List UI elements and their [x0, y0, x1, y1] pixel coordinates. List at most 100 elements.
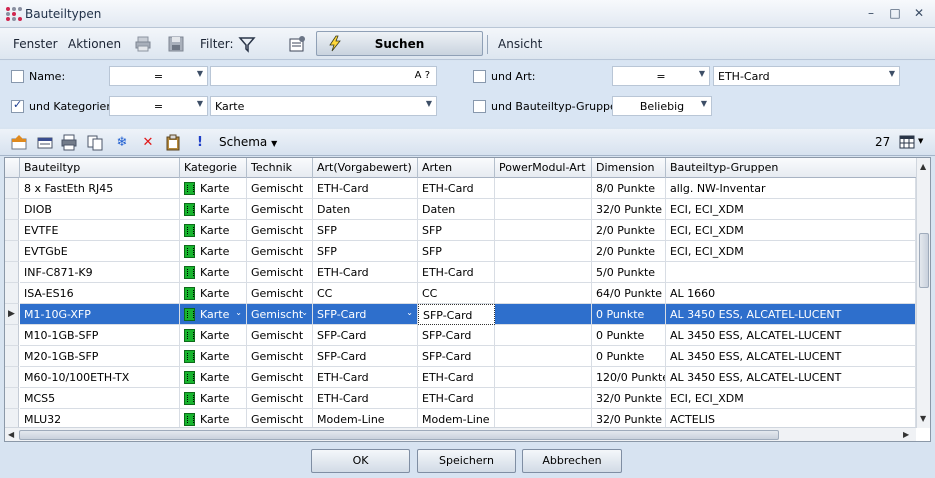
scroll-down-icon[interactable]: ▼ — [920, 414, 926, 423]
cell-bauteiltyp-gruppen[interactable]: ECI, ECI_XDM — [666, 199, 916, 220]
cell-technik[interactable]: Gemischt — [247, 262, 313, 283]
table-row[interactable]: EVTFE Karte Gemischt SFP SFP 2/0 Punkte ECI, E… — [5, 220, 916, 241]
cell-kategorie[interactable]: Karte — [180, 283, 247, 304]
table-row[interactable]: EVTGbE Karte Gemischt SFP SFP 2/0 Punkte ECI, … — [5, 241, 916, 262]
cell-bauteiltyp[interactable]: INF-C871-K9 — [20, 262, 180, 283]
minimize-button[interactable]: – — [862, 5, 880, 21]
cell-arten[interactable]: SFP — [418, 241, 495, 262]
cell-kategorie[interactable]: Karte — [180, 262, 247, 283]
art-value-select[interactable]: ETH-Card ▼ — [713, 66, 900, 86]
column-header-art-vorgabewert[interactable]: Art(Vorgabewert) — [313, 158, 418, 178]
row-header[interactable] — [5, 388, 19, 409]
close-button[interactable]: ✕ — [910, 5, 928, 21]
cancel-button[interactable]: Abbrechen — [522, 449, 622, 473]
cell-powermodul-art[interactable] — [495, 325, 592, 346]
cell-technik[interactable]: Gemischt — [247, 241, 313, 262]
maximize-button[interactable]: □ — [886, 5, 904, 21]
cell-dimension[interactable]: 2/0 Punkte — [592, 241, 666, 262]
schema-menu[interactable]: Schema ▼ — [219, 135, 277, 149]
cell-dimension[interactable]: 0 Punkte — [592, 325, 666, 346]
cell-art-vorgabewert[interactable]: SFP-Card — [313, 346, 418, 367]
filter-settings-icon[interactable] — [288, 35, 306, 53]
search-button[interactable]: Suchen — [316, 31, 483, 56]
row-header[interactable] — [5, 283, 19, 304]
table-row[interactable]: MCS5 Karte Gemischt ETH-Card ETH-Card 32/0 Pu… — [5, 388, 916, 409]
cell-art-vorgabewert[interactable]: SFP-Card — [313, 325, 418, 346]
scroll-right-icon[interactable]: ▶ — [903, 430, 909, 439]
scroll-up-icon[interactable]: ▲ — [920, 162, 926, 171]
chevron-down-icon[interactable]: ⌄ — [235, 308, 242, 317]
cell-bauteiltyp[interactable]: M60-10/100ETH-TX — [20, 367, 180, 388]
cell-arten[interactable]: ETH-Card — [418, 178, 495, 199]
cell-art-vorgabewert[interactable]: ETH-Card — [313, 262, 418, 283]
menu-fenster[interactable]: Fenster — [13, 37, 58, 51]
column-header-technik[interactable]: Technik — [247, 158, 313, 178]
cell-dimension[interactable]: 120/0 Punkte — [592, 367, 666, 388]
cell-powermodul-art[interactable] — [495, 199, 592, 220]
table-row[interactable]: M60-10/100ETH-TX Karte Gemischt ETH-Card ETH… — [5, 367, 916, 388]
cell-arten[interactable]: SFP — [418, 220, 495, 241]
art-operator-select[interactable]: = ▼ — [612, 66, 710, 86]
print-icon[interactable] — [60, 134, 78, 151]
delete-icon[interactable]: ✕ — [139, 134, 157, 151]
cell-dimension[interactable]: 32/0 Punkte — [592, 388, 666, 409]
cell-technik[interactable]: Gemischt — [247, 388, 313, 409]
cell-kategorie[interactable]: Karte — [180, 367, 247, 388]
column-header-bauteiltyp-gruppen[interactable]: Bauteiltyp-Gruppen — [666, 158, 920, 178]
save-icon[interactable] — [167, 35, 185, 53]
copy-icon[interactable] — [86, 134, 104, 151]
column-header-dimension[interactable]: Dimension — [592, 158, 666, 178]
cell-dimension[interactable]: 0 Punkte — [592, 304, 666, 325]
cell-technik[interactable]: Gemischt — [247, 346, 313, 367]
row-header[interactable] — [5, 367, 19, 388]
cell-technik[interactable]: Gemischt — [247, 283, 313, 304]
cell-art-vorgabewert[interactable]: SFP — [313, 220, 418, 241]
cell-kategorie[interactable]: Karte — [180, 388, 247, 409]
cell-art-vorgabewert[interactable]: Daten — [313, 199, 418, 220]
new-record-icon[interactable] — [10, 134, 28, 151]
table-row[interactable]: M10-1GB-SFP Karte Gemischt SFP-Card SFP-Card… — [5, 325, 916, 346]
cell-bauteiltyp[interactable]: 8 x FastEth RJ45 — [20, 178, 180, 199]
chevron-down-icon[interactable]: ⌄ — [406, 308, 413, 317]
cell-bauteiltyp-gruppen[interactable] — [666, 262, 916, 283]
cell-technik[interactable]: Gemischt — [247, 220, 313, 241]
cell-bauteiltyp-gruppen[interactable]: ECI, ECI_XDM — [666, 220, 916, 241]
cell-powermodul-art[interactable] — [495, 388, 592, 409]
cell-arten[interactable]: SFP-Card — [418, 346, 495, 367]
column-chooser-icon[interactable] — [899, 135, 917, 150]
name-filter-checkbox[interactable] — [11, 70, 24, 83]
cell-kategorie[interactable]: Karte — [180, 346, 247, 367]
cell-kategorie[interactable]: Karte — [180, 178, 247, 199]
filter-icon[interactable] — [238, 35, 256, 53]
column-header-arten[interactable]: Arten — [418, 158, 495, 178]
cell-bauteiltyp-gruppen[interactable]: AL 3450 ESS, ALCATEL-LUCENT — [666, 367, 916, 388]
cell-art-vorgabewert[interactable]: SFP — [313, 241, 418, 262]
ok-button[interactable]: OK — [311, 449, 410, 473]
kategorien-operator-select[interactable]: = ▼ — [109, 96, 208, 116]
cell-art-vorgabewert[interactable]: ETH-Card — [313, 367, 418, 388]
horizontal-scroll-thumb[interactable] — [19, 430, 779, 440]
cell-powermodul-art[interactable] — [495, 178, 592, 199]
cell-art-vorgabewert[interactable]: SFP-Card ⌄ — [313, 304, 418, 325]
cell-art-vorgabewert[interactable]: ETH-Card — [313, 388, 418, 409]
cell-art-vorgabewert[interactable]: ETH-Card — [313, 178, 418, 199]
snowflake-icon[interactable]: ❄ — [113, 134, 131, 151]
kategorien-value-select[interactable]: Karte ▼ — [210, 96, 437, 116]
cell-bauteiltyp-gruppen[interactable]: ECI, ECI_XDM — [666, 241, 916, 262]
cell-dimension[interactable]: 64/0 Punkte — [592, 283, 666, 304]
name-operator-select[interactable]: = ▼ — [109, 66, 208, 86]
menu-ansicht[interactable]: Ansicht — [498, 37, 542, 51]
vertical-scroll-thumb[interactable] — [919, 233, 929, 288]
cell-bauteiltyp[interactable]: M20-1GB-SFP — [20, 346, 180, 367]
cell-kategorie[interactable]: Karte — [180, 220, 247, 241]
column-header-kategorie[interactable]: Kategorie — [180, 158, 247, 178]
cell-technik[interactable]: Gemischt ⌄ — [247, 304, 313, 325]
cell-art-vorgabewert[interactable]: CC — [313, 283, 418, 304]
cell-arten[interactable]: SFP-Card — [418, 325, 495, 346]
table-row[interactable]: M20-1GB-SFP Karte Gemischt SFP-Card SFP-Card… — [5, 346, 916, 367]
cell-bauteiltyp-gruppen[interactable]: AL 3450 ESS, ALCATEL-LUCENT — [666, 325, 916, 346]
cell-dimension[interactable]: 0 Punkte — [592, 346, 666, 367]
cell-arten[interactable]: ETH-Card — [418, 367, 495, 388]
clipboard-icon[interactable] — [164, 134, 182, 151]
edit-record-icon[interactable] — [36, 134, 54, 151]
